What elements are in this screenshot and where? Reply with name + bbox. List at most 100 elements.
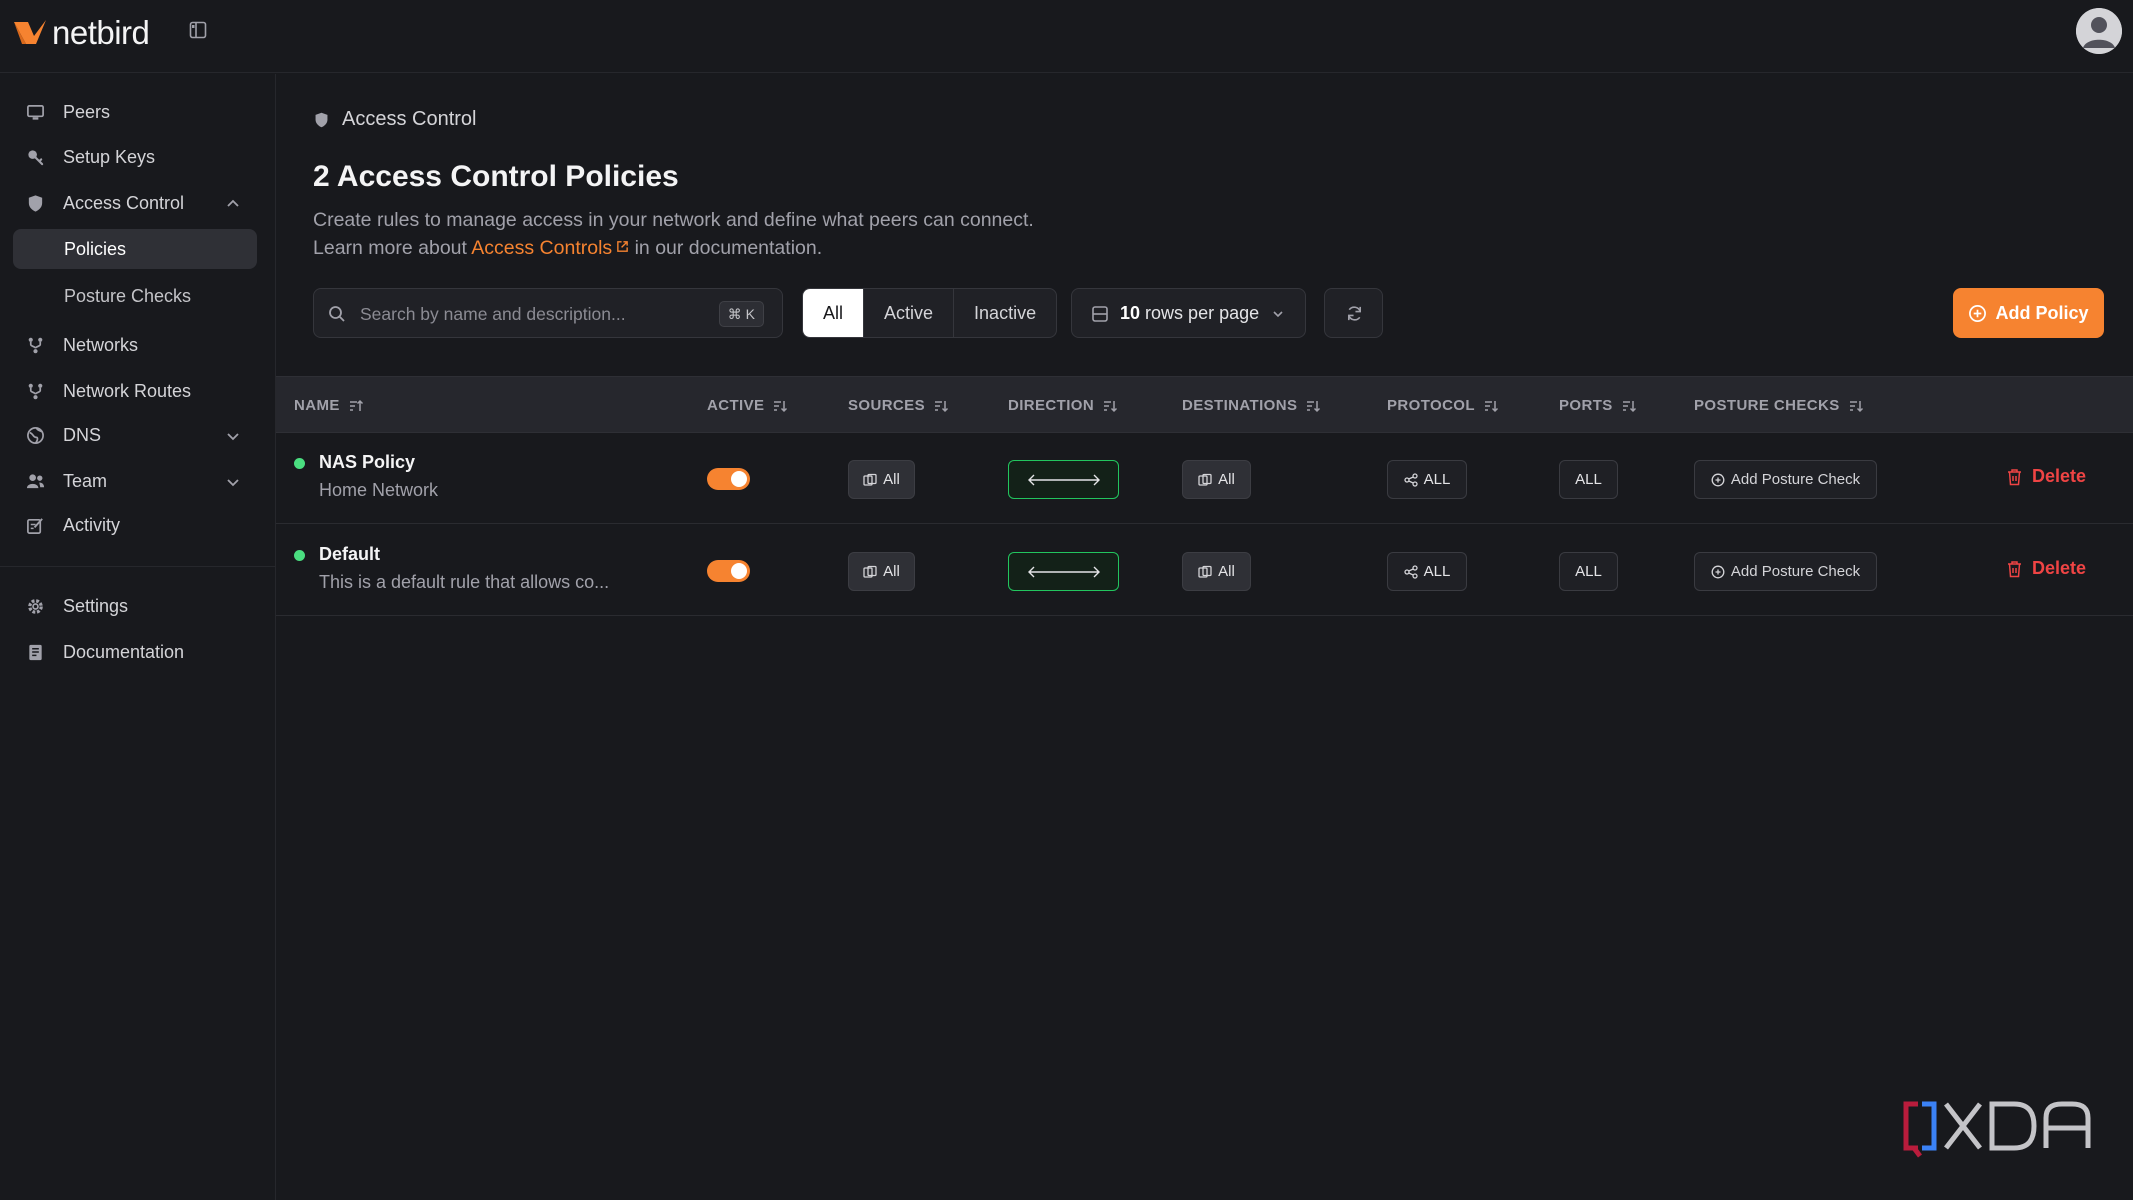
sources-chip[interactable]: All: [848, 552, 915, 591]
sidebar-item-access-control[interactable]: Access Control: [13, 183, 257, 223]
destinations-chip[interactable]: All: [1182, 460, 1251, 499]
column-header-posture-checks[interactable]: POSTURE CHECKS: [1694, 397, 1864, 414]
filter-all-button[interactable]: All: [803, 289, 865, 337]
column-header-direction[interactable]: DIRECTION: [1008, 397, 1118, 414]
delete-label: Delete: [2032, 558, 2087, 578]
plus-circle-icon: [1711, 565, 1725, 578]
sidebar-item-peers[interactable]: Peers: [13, 92, 257, 132]
column-header-ports[interactable]: PORTS: [1559, 397, 1637, 414]
ports-chip[interactable]: ALL: [1559, 552, 1618, 591]
sidebar-item-label: Peers: [63, 101, 111, 122]
bidirectional-arrow-icon: [1027, 474, 1100, 485]
sidebar-item-network-routes[interactable]: Network Routes: [13, 371, 257, 411]
column-label: SOURCES: [848, 397, 925, 414]
book-icon: [29, 644, 42, 661]
add-posture-check-button[interactable]: Add Posture Check: [1694, 552, 1877, 591]
column-header-sources[interactable]: SOURCES: [848, 397, 949, 414]
sidebar-item-activity[interactable]: Activity: [13, 505, 257, 545]
description-line: Create rules to manage access in your ne…: [313, 209, 1034, 231]
protocol-chip[interactable]: ALL: [1387, 552, 1467, 591]
destinations-value: All: [1218, 563, 1235, 580]
access-controls-link[interactable]: Access Controls: [471, 237, 629, 259]
refresh-button[interactable]: [1324, 288, 1383, 338]
rows-per-page-select[interactable]: 10 rows per page: [1071, 288, 1306, 338]
group-icon: [1198, 565, 1212, 578]
sidebar-item-posture-checks[interactable]: Posture Checks: [13, 276, 257, 316]
sidebar-item-label: Network Routes: [63, 380, 192, 401]
gear-icon: [28, 599, 43, 614]
external-link-icon: [617, 241, 629, 252]
delete-button[interactable]: Delete: [2006, 558, 2086, 579]
sources-chip[interactable]: All: [848, 460, 915, 499]
status-dot: [294, 550, 305, 561]
breadcrumb-label[interactable]: Access Control: [342, 108, 477, 131]
sidebar-item-setup-keys[interactable]: Setup Keys: [13, 137, 257, 177]
sidebar-item-networks[interactable]: Networks: [13, 325, 257, 365]
sidebar-toggle-icon[interactable]: [189, 21, 207, 39]
share-icon: [1403, 472, 1418, 487]
sidebar-item-team[interactable]: Team: [13, 461, 257, 501]
learn-more-suffix: in our documentation.: [634, 237, 823, 259]
column-header-name[interactable]: NAME: [294, 397, 364, 414]
add-posture-check-button[interactable]: Add Posture Check: [1694, 460, 1877, 499]
group-icon: [863, 565, 877, 578]
user-avatar[interactable]: [2076, 8, 2122, 54]
filter-active-button[interactable]: Active: [864, 289, 955, 337]
delete-button[interactable]: Delete: [2006, 466, 2086, 487]
column-label: NAME: [294, 397, 340, 414]
protocol-chip[interactable]: ALL: [1387, 460, 1467, 499]
destinations-chip[interactable]: All: [1182, 552, 1251, 591]
breadcrumb: Access Control: [313, 108, 477, 131]
plus-circle-icon: [1969, 304, 1987, 322]
top-bar: netbird: [0, 0, 2133, 73]
policy-description: Home Network: [319, 480, 439, 500]
sidebar-item-dns[interactable]: DNS: [13, 415, 257, 455]
column-header-protocol[interactable]: PROTOCOL: [1387, 397, 1499, 414]
ports-value: ALL: [1575, 471, 1602, 488]
users-icon: [26, 474, 45, 489]
chevron-down-icon[interactable]: [225, 474, 241, 490]
learn-more-line: Learn more about Access Controls in our …: [313, 234, 1034, 262]
route-icon: [28, 383, 43, 400]
active-toggle[interactable]: [707, 468, 750, 490]
column-header-destinations[interactable]: DESTINATIONS: [1182, 397, 1321, 414]
table-row[interactable]: NAS Policy Home Network All All ALL ALL …: [276, 433, 2133, 524]
sidebar-item-label: Policies: [64, 239, 127, 259]
table-row[interactable]: Default This is a default rule that allo…: [276, 525, 2133, 616]
add-policy-button[interactable]: Add Policy: [1953, 288, 2104, 338]
active-toggle[interactable]: [707, 560, 750, 582]
network-icon: [28, 337, 43, 354]
search-shortcut-badge: ⌘ K: [718, 301, 764, 327]
sidebar-item-settings[interactable]: Settings: [13, 586, 257, 626]
sort-icon: [1104, 400, 1118, 412]
search-box[interactable]: ⌘ K: [313, 288, 783, 338]
filter-inactive-button[interactable]: Inactive: [954, 289, 1056, 337]
chevron-up-icon[interactable]: [225, 196, 241, 212]
sources-value: All: [883, 471, 900, 488]
search-input[interactable]: [360, 299, 700, 329]
trash-icon: [2008, 468, 2021, 485]
netbird-logo[interactable]: netbird: [12, 14, 150, 52]
chevron-down-icon[interactable]: [225, 428, 241, 444]
sidebar: Peers Setup Keys Access Control Policies…: [0, 74, 276, 1200]
direction-indicator[interactable]: [1008, 552, 1119, 591]
rows-count: 10: [1120, 303, 1141, 323]
protocol-value: ALL: [1423, 563, 1451, 580]
status-dot: [294, 458, 305, 469]
column-header-active[interactable]: ACTIVE: [707, 397, 788, 414]
group-icon: [1198, 473, 1212, 486]
shield-icon: [315, 112, 328, 127]
globe-icon: [27, 427, 44, 444]
ports-chip[interactable]: ALL: [1559, 460, 1618, 499]
key-icon: [28, 150, 44, 166]
sort-icon: [774, 400, 788, 412]
sort-icon: [1484, 400, 1498, 412]
direction-indicator[interactable]: [1008, 460, 1119, 499]
search-icon: [329, 306, 345, 322]
table-header: NAME ACTIVE SOURCES DIRECTION DESTINATIO…: [276, 376, 2133, 433]
column-label: DIRECTION: [1008, 397, 1095, 414]
sidebar-divider: [0, 566, 276, 567]
sidebar-item-policies[interactable]: Policies: [13, 229, 257, 269]
access-controls-link-label: Access Controls: [471, 237, 613, 259]
sidebar-item-documentation[interactable]: Documentation: [13, 632, 257, 672]
